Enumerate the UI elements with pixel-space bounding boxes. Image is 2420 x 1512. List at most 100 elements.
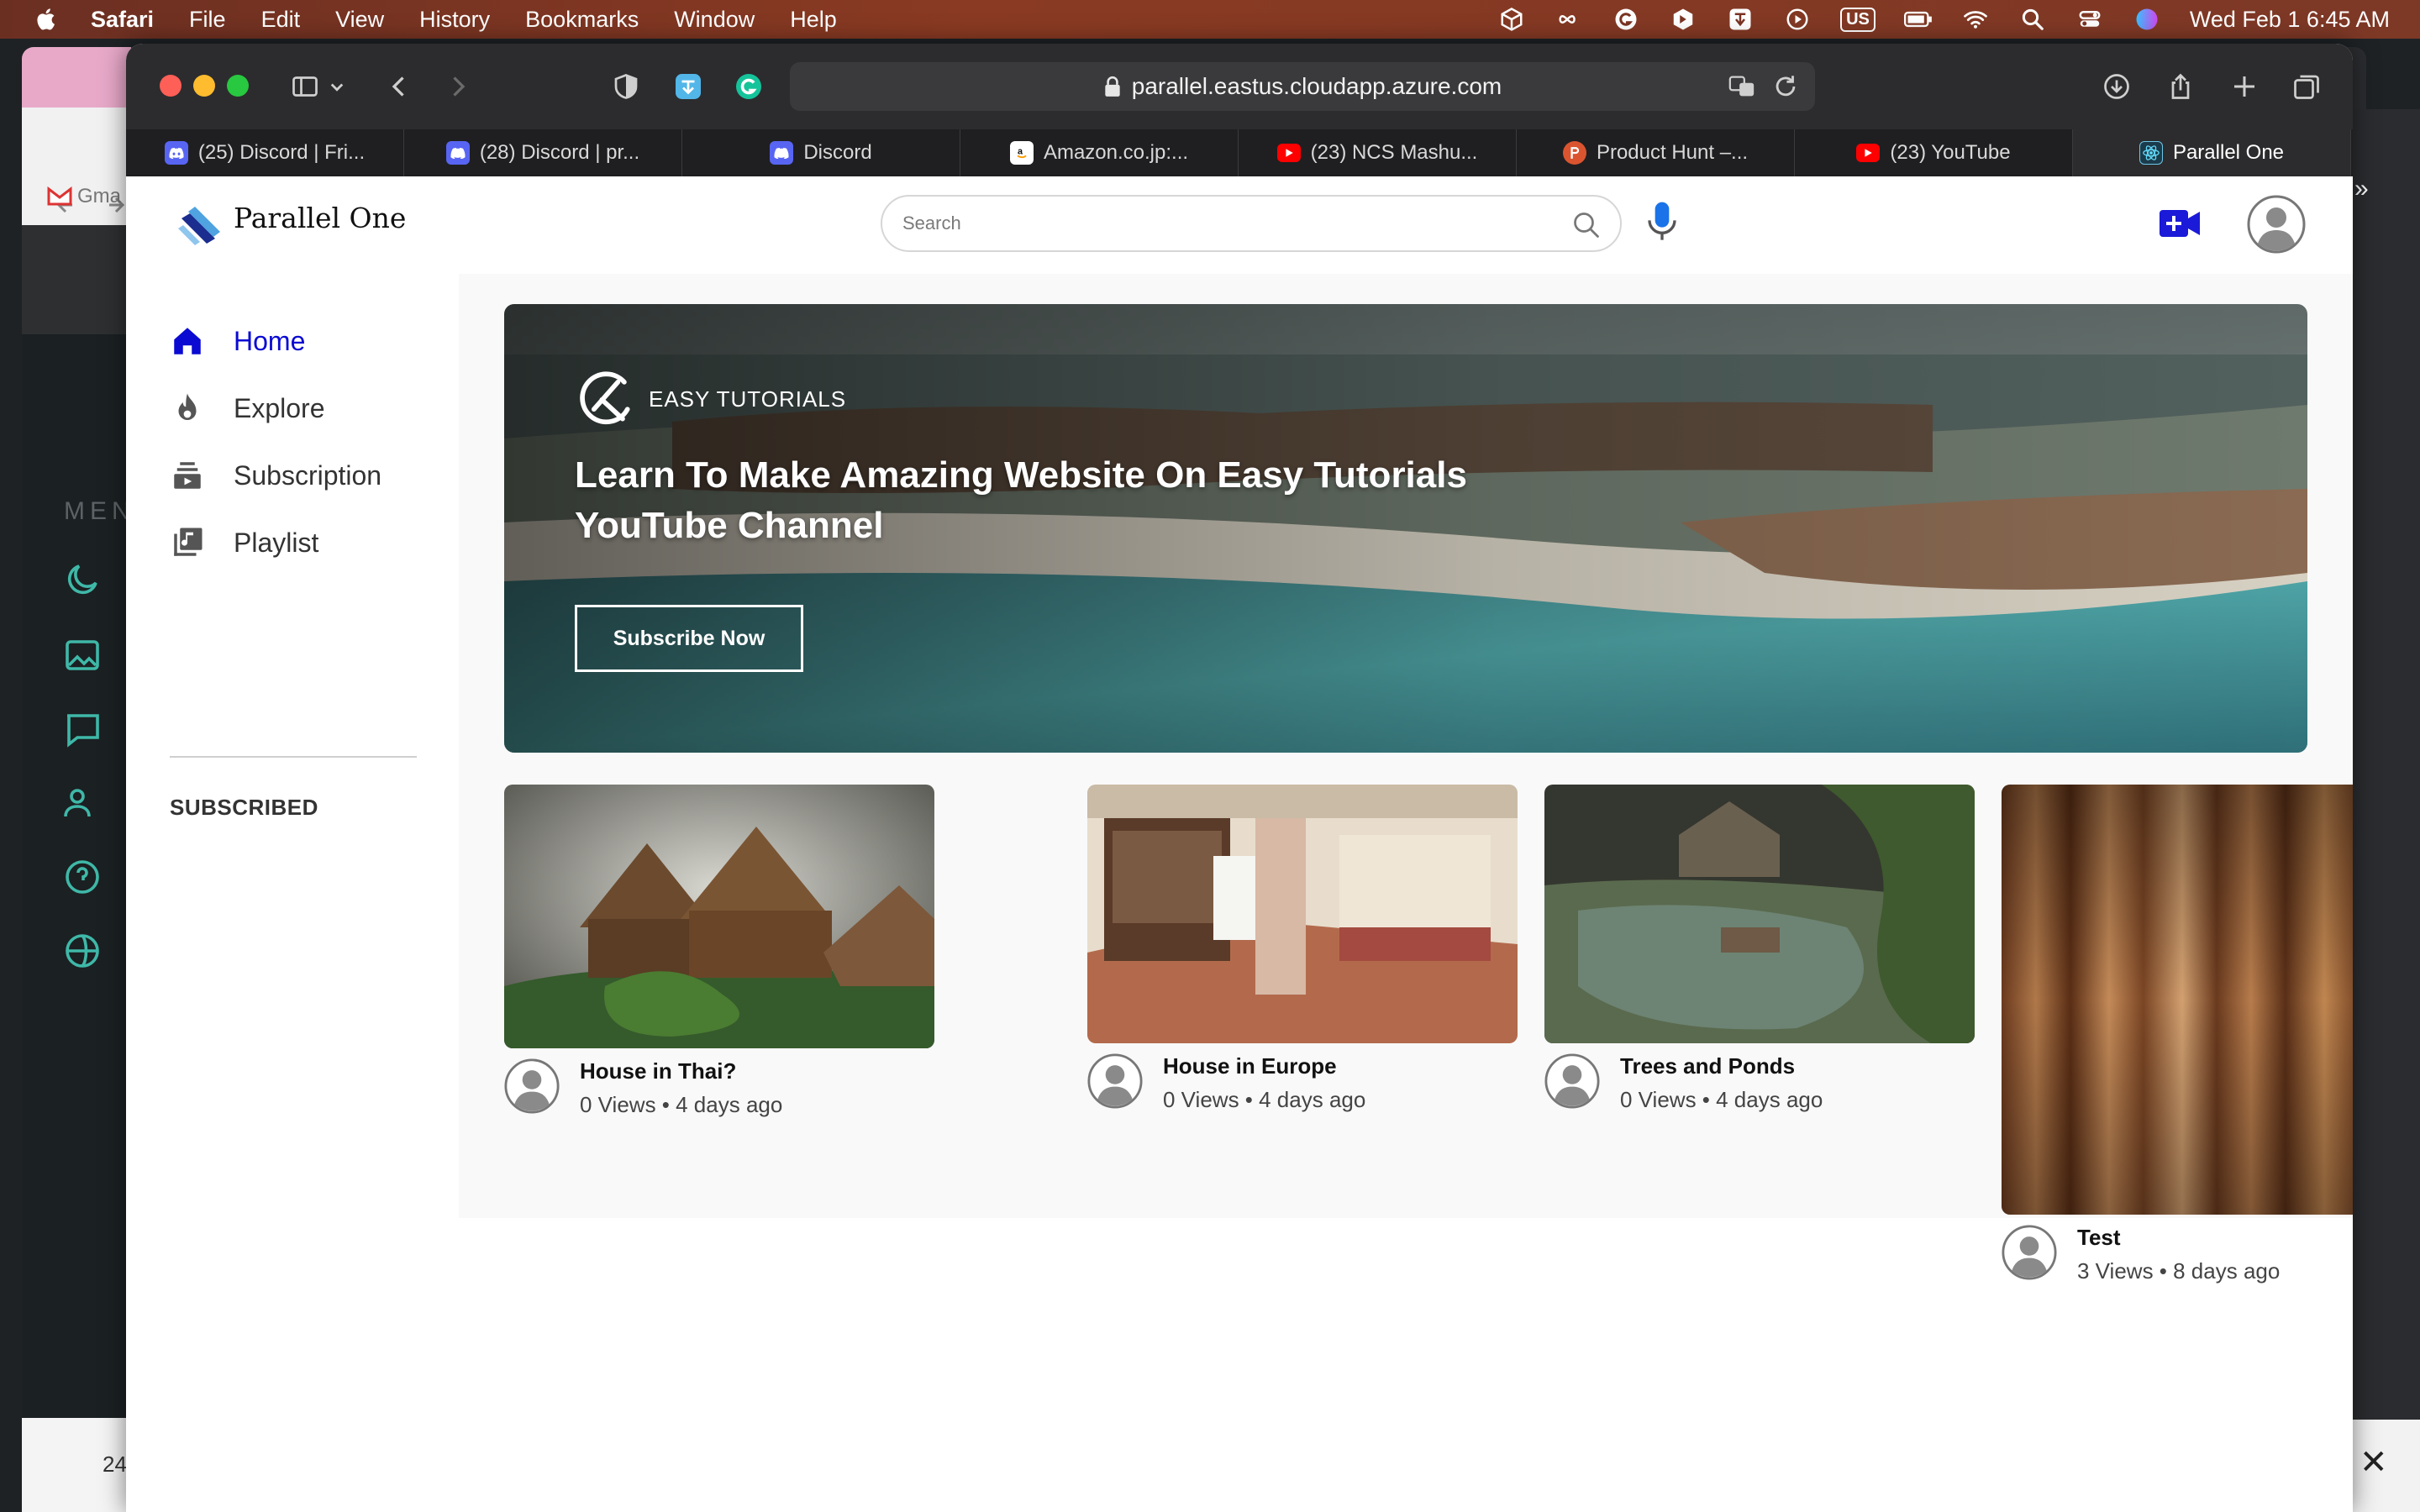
channel-avatar[interactable]	[504, 1058, 560, 1114]
background-bookmark-gmail[interactable]: Gma	[47, 185, 121, 208]
address-bar[interactable]: parallel.eastus.cloudapp.azure.com	[790, 62, 1815, 111]
channel-avatar[interactable]	[1544, 1053, 1600, 1109]
tab-youtube[interactable]: (23) YouTube	[1795, 129, 2073, 176]
privacy-shield-icon[interactable]	[607, 67, 645, 106]
menu-window[interactable]: Window	[674, 7, 755, 33]
video-title[interactable]: Test	[2077, 1225, 2121, 1251]
chat-icon[interactable]	[62, 709, 103, 749]
infinity-icon[interactable]	[1555, 5, 1583, 34]
hexagon-app-icon[interactable]	[1669, 5, 1697, 34]
search-box	[881, 195, 1622, 252]
tab-discord-1[interactable]: (25) Discord | Fri...	[126, 129, 404, 176]
discord-icon	[770, 141, 794, 165]
globe-icon[interactable]	[62, 931, 103, 971]
window-minimize-button[interactable]	[193, 75, 215, 97]
back-arrow-icon[interactable]	[380, 67, 418, 106]
downloads-icon[interactable]	[2097, 67, 2136, 106]
background-chevron-icon[interactable]: »	[2354, 175, 2369, 203]
sidebar-item-subscription[interactable]: Subscription	[170, 452, 381, 499]
tab-label: Product Hunt –...	[1596, 141, 1749, 164]
translate-icon[interactable]	[1728, 72, 1756, 101]
subscribe-now-button[interactable]: Subscribe Now	[575, 605, 803, 672]
background-app-header	[22, 225, 131, 334]
menu-bar-clock[interactable]: Wed Feb 1 6:45 AM	[2190, 7, 2390, 33]
video-meta: 3 Views • 8 days ago	[2077, 1258, 2281, 1284]
video-title[interactable]: House in Europe	[1163, 1053, 1337, 1079]
video-title[interactable]: Trees and Ponds	[1620, 1053, 1795, 1079]
site-header: Parallel One	[126, 176, 2353, 274]
gmail-icon	[47, 186, 72, 206]
tab-ncs-youtube[interactable]: (23) NCS Mashu...	[1239, 129, 1517, 176]
menu-safari[interactable]: Safari	[91, 7, 154, 33]
tab-overview-icon[interactable]	[2287, 67, 2326, 106]
video-thumbnail[interactable]	[1544, 785, 1975, 1043]
sidebar-divider	[170, 756, 417, 758]
microphone-icon[interactable]	[1645, 198, 1679, 245]
video-thumbnail[interactable]	[1087, 785, 1518, 1043]
tab-parallel-one[interactable]: Parallel One	[2073, 129, 2351, 176]
unity-icon[interactable]	[1497, 5, 1526, 34]
siri-icon[interactable]	[2133, 5, 2161, 34]
reload-icon[interactable]	[1771, 72, 1800, 101]
translate-app-icon[interactable]	[1726, 5, 1754, 34]
tab-amazon[interactable]: a Amazon.co.jp:...	[960, 129, 1239, 176]
site-brand-name[interactable]: Parallel One	[234, 202, 406, 234]
background-close-icon[interactable]: ✕	[2360, 1443, 2388, 1482]
tab-discord-2[interactable]: (28) Discord | pr...	[404, 129, 682, 176]
sidebar-item-label: Explore	[234, 392, 325, 423]
sidebar-item-home[interactable]: Home	[170, 318, 305, 365]
menu-view[interactable]: View	[335, 7, 384, 33]
keyboard-input-badge[interactable]: US	[1840, 7, 1876, 32]
channel-avatar[interactable]	[2002, 1225, 2057, 1280]
moon-icon[interactable]	[62, 559, 103, 600]
home-icon	[174, 328, 201, 354]
sidebar-toggle-icon[interactable]	[286, 67, 324, 106]
menu-file[interactable]: File	[189, 7, 226, 33]
video-thumbnail[interactable]	[2002, 785, 2353, 1215]
tab-product-hunt[interactable]: Product Hunt –...	[1517, 129, 1795, 176]
sidebar-item-label: Home	[234, 325, 306, 356]
sidebar-item-playlist[interactable]: Playlist	[170, 519, 318, 566]
menu-history[interactable]: History	[419, 7, 490, 33]
video-thumbnail[interactable]	[504, 785, 934, 1048]
extension-translate-icon[interactable]	[669, 67, 708, 106]
sidebar-item-explore[interactable]: Explore	[170, 385, 325, 432]
user-avatar[interactable]	[2247, 195, 2306, 254]
safari-window: parallel.eastus.cloudapp.azure.com (25) …	[126, 44, 2353, 1512]
grammarly-icon[interactable]	[1612, 5, 1640, 34]
menu-edit[interactable]: Edit	[261, 7, 301, 33]
image-icon[interactable]	[62, 635, 103, 675]
channel-avatar[interactable]	[1087, 1053, 1143, 1109]
flame-icon	[178, 393, 197, 420]
window-close-button[interactable]	[160, 75, 182, 97]
hero-title: Learn To Make Amazing Website On Easy Tu…	[575, 454, 1467, 546]
video-title[interactable]: House in Thai?	[580, 1058, 736, 1084]
upload-video-icon[interactable]	[2160, 207, 2202, 240]
sidebar-chevron-down-icon[interactable]	[324, 67, 350, 106]
svg-text:a: a	[1018, 147, 1023, 157]
hero-banner: EASY TUTORIALS Learn To Make Amazing Web…	[504, 304, 2307, 753]
menu-help[interactable]: Help	[790, 7, 837, 33]
amazon-icon: a	[1009, 141, 1034, 165]
extension-grammarly-icon[interactable]	[729, 67, 768, 106]
control-center-icon[interactable]	[2075, 5, 2104, 34]
new-tab-plus-icon[interactable]	[2225, 67, 2264, 106]
search-input[interactable]	[902, 207, 1558, 240]
play-circle-icon[interactable]	[1783, 5, 1812, 34]
spotlight-search-icon[interactable]	[2018, 5, 2047, 34]
forward-arrow-icon[interactable]	[439, 67, 477, 106]
menu-bookmarks[interactable]: Bookmarks	[525, 7, 639, 33]
subscribed-heading: SUBSCRIBED	[170, 795, 318, 820]
window-zoom-button[interactable]	[227, 75, 249, 97]
battery-icon[interactable]	[1903, 5, 1933, 34]
youtube-icon	[1276, 144, 1301, 162]
discord-icon	[164, 141, 188, 165]
search-icon[interactable]	[1571, 210, 1602, 240]
parallel-one-logo-icon[interactable]	[175, 200, 225, 250]
apple-icon[interactable]	[32, 4, 62, 34]
tab-discord-3[interactable]: Discord	[682, 129, 960, 176]
help-icon[interactable]	[62, 857, 103, 897]
users-icon[interactable]	[62, 783, 103, 823]
wifi-icon[interactable]	[1961, 5, 1990, 34]
share-icon[interactable]	[2161, 67, 2200, 106]
